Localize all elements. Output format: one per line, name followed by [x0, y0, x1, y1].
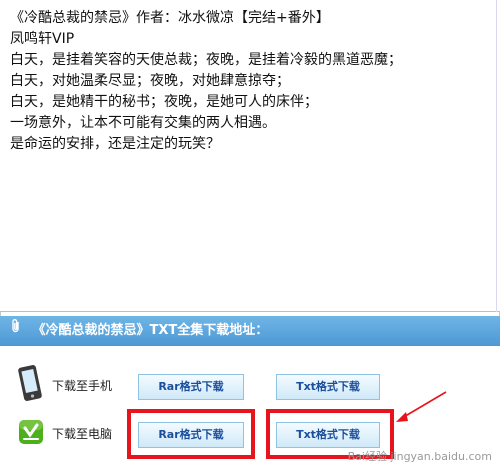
book-desc-line: 白天，是她精干的秘书；夜晚，是她可人的床伴； [10, 94, 318, 110]
mobile-phone-icon [16, 364, 46, 404]
phone-txt-download-button[interactable]: Txt格式下载 [276, 374, 380, 400]
book-desc-line: 是命运的安排，还是注定的玩笑？ [10, 136, 220, 152]
rar-highlight-box [127, 409, 255, 459]
paperclip-icon [8, 316, 24, 346]
download-section-header: 《冷酷总裁的禁忌》TXT全集下载地址： [0, 316, 500, 346]
download-to-pc-label: 下载至电脑 [52, 427, 113, 441]
book-info-panel: 《冷酷总裁的禁忌》作者：冰水微凉【完结+番外】 凤鸣轩VIP 白天，是挂着笑容的… [0, 0, 500, 312]
watermark: Bai经验 jingyan.baidu.com [347, 450, 492, 463]
download-header-title: 《冷酷总裁的禁忌》TXT全集下载地址： [32, 323, 269, 338]
annotation-arrow-icon [396, 391, 447, 422]
book-description: 《冷酷总裁的禁忌》作者：冰水微凉【完结+番外】 凤鸣轩VIP 白天，是挂着笑容的… [10, 8, 490, 155]
book-source-line: 凤鸣轩VIP [10, 31, 75, 47]
book-desc-line: 白天，是挂着笑容的天使总裁；夜晚，是挂着冷毅的黑道恶魔； [10, 52, 402, 68]
panel-border [496, 0, 497, 312]
download-check-icon [16, 412, 46, 452]
phone-rar-download-button[interactable]: Rar格式下载 [138, 374, 244, 400]
book-desc-line: 一场意外，让本不可能有交集的两人相遇。 [10, 115, 276, 131]
download-to-phone-label: 下载至手机 [52, 379, 113, 393]
book-desc-line: 白天，对她温柔尽显；夜晚，对她肆意掠夺； [10, 73, 290, 89]
book-title-line: 《冷酷总裁的禁忌》作者：冰水微凉【完结+番外】 [10, 10, 330, 26]
